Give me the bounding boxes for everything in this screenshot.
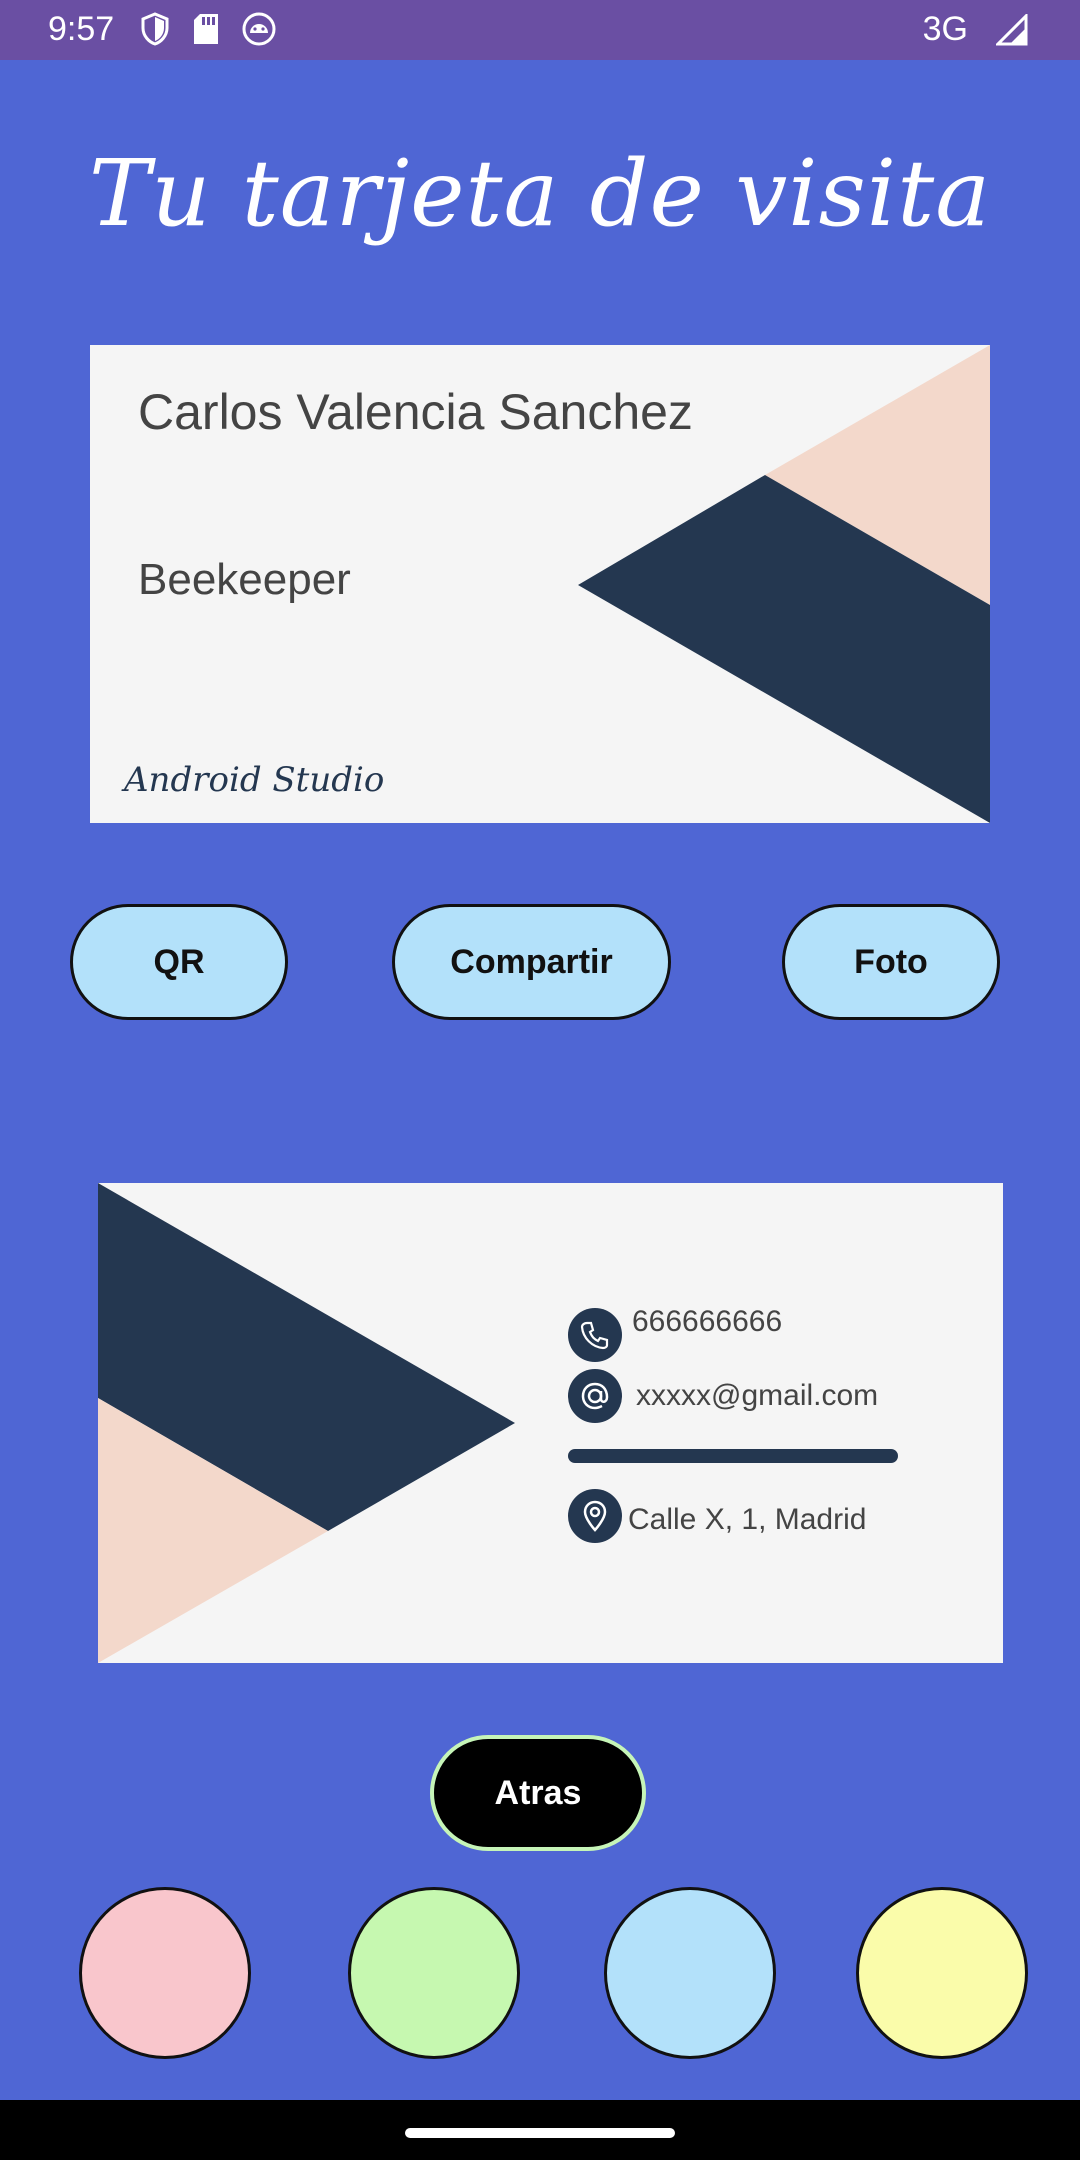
back-button[interactable]: Atras xyxy=(430,1735,646,1851)
home-gesture-handle[interactable] xyxy=(405,2128,675,2138)
color-swatch-pink[interactable] xyxy=(79,1887,251,2059)
shield-icon xyxy=(140,12,170,46)
contact-email-row: xxxxx@gmail.com xyxy=(568,1369,878,1423)
photo-button[interactable]: Foto xyxy=(782,904,1000,1020)
qr-button[interactable]: QR xyxy=(70,904,288,1020)
color-swatch-blue[interactable] xyxy=(604,1887,776,2059)
card-name: Carlos Valencia Sanchez xyxy=(138,384,693,440)
at-icon xyxy=(568,1369,622,1423)
color-swatch-green[interactable] xyxy=(348,1887,520,2059)
contact-divider xyxy=(568,1449,898,1463)
page-title: Tu tarjeta de visita xyxy=(88,140,992,247)
network-type: 3G xyxy=(922,10,968,48)
business-card-front: Carlos Valencia Sanchez Beekeeper Androi… xyxy=(90,345,990,823)
card-back-decoration xyxy=(98,1183,515,1663)
contact-address-row: Calle X, 1, Madrid xyxy=(568,1489,866,1543)
sd-card-icon xyxy=(192,12,220,46)
share-button[interactable]: Compartir xyxy=(392,904,671,1020)
phone-icon xyxy=(568,1308,622,1362)
business-card-back: 666666666 xxxxx@gmail.com Calle X, 1, Ma… xyxy=(98,1183,1003,1663)
status-time: 9:57 xyxy=(48,10,115,48)
color-swatch-yellow[interactable] xyxy=(856,1887,1028,2059)
card-brand: Android Studio xyxy=(124,760,385,800)
contact-phone-row: 666666666 xyxy=(568,1305,783,1362)
location-pin-icon xyxy=(568,1489,622,1543)
contact-email: xxxxx@gmail.com xyxy=(636,1379,879,1412)
status-notification-icons xyxy=(140,12,276,46)
signal-icon xyxy=(994,12,1028,51)
android-face-icon xyxy=(242,12,276,46)
card-job-title: Beekeeper xyxy=(138,555,351,604)
contact-phone: 666666666 xyxy=(632,1305,783,1338)
status-bar: 9:57 3G xyxy=(0,0,1080,60)
contact-address: Calle X, 1, Madrid xyxy=(628,1503,867,1536)
